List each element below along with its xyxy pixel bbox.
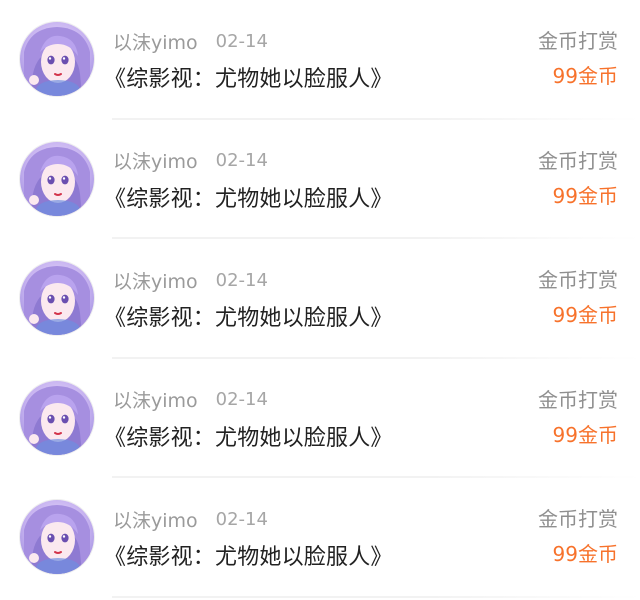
username[interactable]: 以沫yimo xyxy=(113,28,198,55)
book-title[interactable]: 《综影视：尤物她以脸服人》 xyxy=(104,61,393,93)
list-item[interactable]: 以沫yimo 02-14 《综影视：尤物她以脸服人》 金币打赏 99金币 xyxy=(0,359,640,478)
reward-amount: 99金币 xyxy=(552,64,618,88)
avatar[interactable] xyxy=(20,500,94,574)
record-date: 02-14 xyxy=(215,269,268,291)
book-title[interactable]: 《综影视：尤物她以脸服人》 xyxy=(104,181,393,213)
book-title[interactable]: 《综影视：尤物她以脸服人》 xyxy=(104,300,393,332)
record-meta: 以沫yimo 02-14 xyxy=(113,265,268,295)
list-item[interactable]: 以沫yimo 02-14 《综影视：尤物她以脸服人》 金币打赏 99金币 xyxy=(0,478,640,598)
record-meta: 以沫yimo 02-14 xyxy=(113,504,268,534)
anime-girl-avatar-icon xyxy=(20,380,94,455)
reward-amount: 99金币 xyxy=(552,303,618,327)
username[interactable]: 以沫yimo xyxy=(113,506,198,533)
username[interactable]: 以沫yimo xyxy=(113,267,198,294)
reward-record-list: 以沫yimo 02-14 《综影视：尤物她以脸服人》 金币打赏 99金币 以沫y… xyxy=(0,0,640,600)
record-date: 02-14 xyxy=(215,389,268,410)
avatar[interactable] xyxy=(20,380,94,455)
anime-girl-avatar-icon xyxy=(20,261,94,335)
reward-type: 金币打赏 xyxy=(538,507,618,531)
record-date: 02-14 xyxy=(215,30,268,52)
reward-type: 金币打赏 xyxy=(538,387,618,412)
divider xyxy=(112,595,640,598)
reward-amount: 99金币 xyxy=(552,183,618,208)
list-item[interactable]: 以沫yimo 02-14 《综影视：尤物她以脸服人》 金币打赏 99金币 xyxy=(0,0,640,120)
list-item[interactable]: 以沫yimo 02-14 《综影视：尤物她以脸服人》 金币打赏 99金币 xyxy=(0,120,640,239)
list-item[interactable]: 以沫yimo 02-14 《综影视：尤物她以脸服人》 金币打赏 99金币 xyxy=(0,239,640,359)
record-date: 02-14 xyxy=(215,508,268,530)
book-title[interactable]: 《综影视：尤物她以脸服人》 xyxy=(104,539,393,571)
anime-girl-avatar-icon xyxy=(20,500,94,574)
record-meta: 以沫yimo 02-14 xyxy=(113,26,268,56)
anime-girl-avatar-icon xyxy=(20,22,94,96)
username[interactable]: 以沫yimo xyxy=(113,147,198,174)
reward-amount: 99金币 xyxy=(552,422,618,447)
reward-type: 金币打赏 xyxy=(538,148,618,173)
avatar[interactable] xyxy=(20,22,94,96)
anime-girl-avatar-icon xyxy=(20,141,94,216)
book-title[interactable]: 《综影视：尤物她以脸服人》 xyxy=(104,420,393,452)
reward-type: 金币打赏 xyxy=(538,29,618,53)
username[interactable]: 以沫yimo xyxy=(113,386,198,413)
record-meta: 以沫yimo 02-14 xyxy=(113,146,268,176)
record-meta: 以沫yimo 02-14 xyxy=(113,385,268,415)
avatar[interactable] xyxy=(20,261,94,335)
record-date: 02-14 xyxy=(215,150,268,171)
avatar[interactable] xyxy=(20,141,94,216)
reward-amount: 99金币 xyxy=(552,542,618,566)
reward-type: 金币打赏 xyxy=(538,268,618,292)
